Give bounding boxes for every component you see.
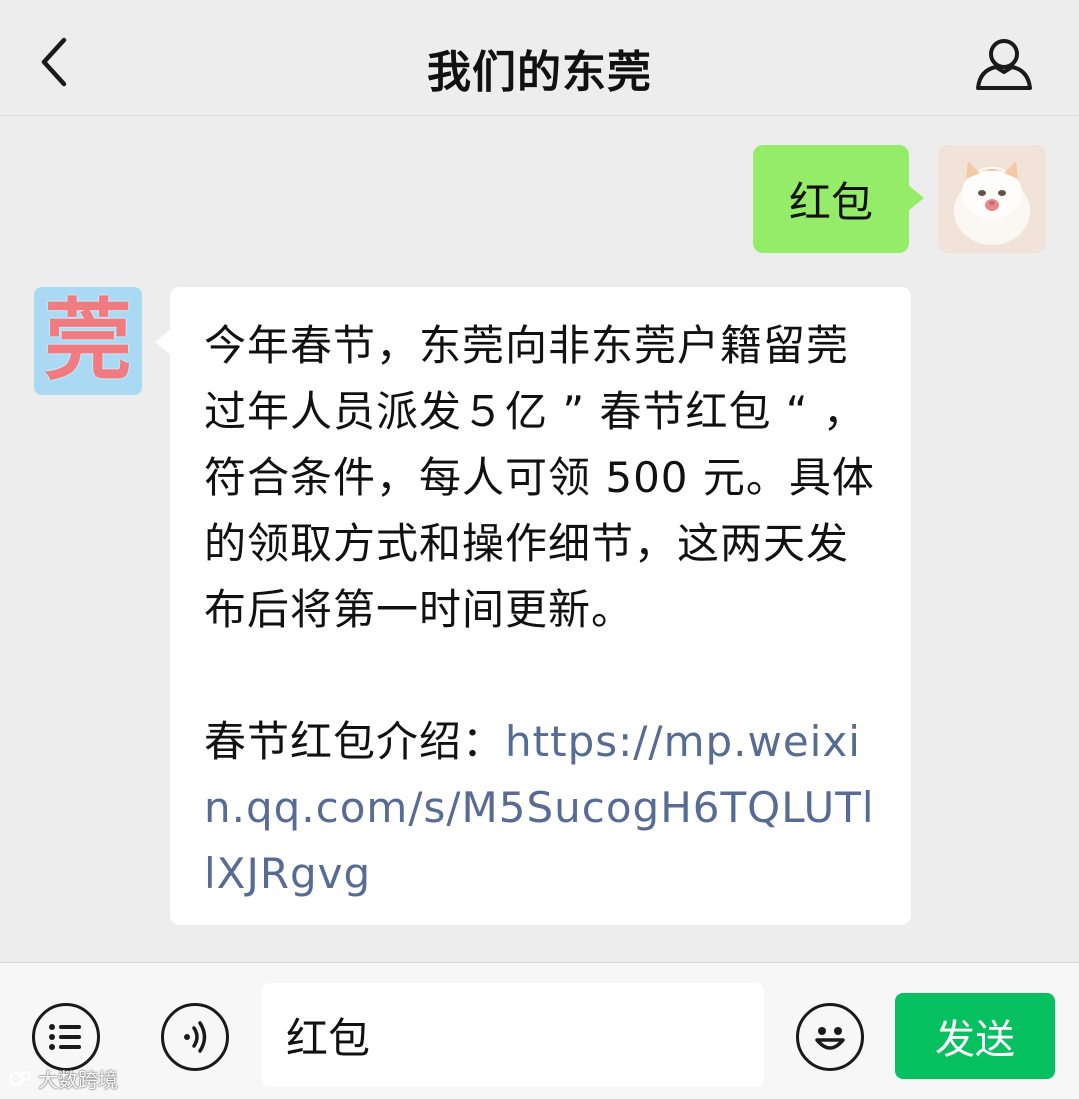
input-bar: 红包 发送 <box>0 962 1079 1099</box>
my-avatar[interactable] <box>938 145 1046 253</box>
official-account-avatar[interactable]: 莞 <box>34 287 142 395</box>
chat-info-button[interactable] <box>972 34 1036 94</box>
message-body-text: 今年春节，东莞向非东莞户籍留莞过年人员派发５亿 ” 春节红包 “ ，符合条件，每… <box>204 321 875 634</box>
cat-avatar-image <box>938 145 1046 253</box>
voice-icon <box>184 1021 207 1053</box>
message-intro: 春节红包介绍：https://mp.weixin.qq.com/s/M5Suco… <box>204 709 881 907</box>
emoji-button[interactable] <box>796 1003 864 1071</box>
received-message-bubble[interactable]: 今年春节，东莞向非东莞户籍留莞过年人员派发５亿 ” 春节红包 “ ，符合条件，每… <box>155 287 911 925</box>
my-message-bubble[interactable]: 红包 <box>753 145 924 253</box>
avatar-logo-text: 莞 <box>43 289 132 392</box>
watermark-text: 大数跨境 <box>38 1068 118 1092</box>
emoji-icon <box>815 1027 845 1050</box>
menu-list-icon <box>49 1024 81 1050</box>
menu-button[interactable] <box>32 1003 100 1071</box>
my-message-text: 红包 <box>788 177 873 227</box>
message-input[interactable]: 红包 <box>262 983 764 1087</box>
send-button[interactable]: 发送 <box>895 993 1055 1079</box>
watermark-logo-icon <box>9 1070 31 1086</box>
message-input-value: 红包 <box>286 1013 371 1063</box>
watermark: 大数跨境 <box>8 1064 118 1093</box>
person-icon <box>976 39 1032 90</box>
intro-label: 春节红包介绍： <box>204 717 506 766</box>
chat-title: 我们的东莞 <box>427 47 652 98</box>
chat-header: 我们的东莞 <box>0 0 1079 116</box>
voice-button[interactable] <box>161 1003 229 1071</box>
